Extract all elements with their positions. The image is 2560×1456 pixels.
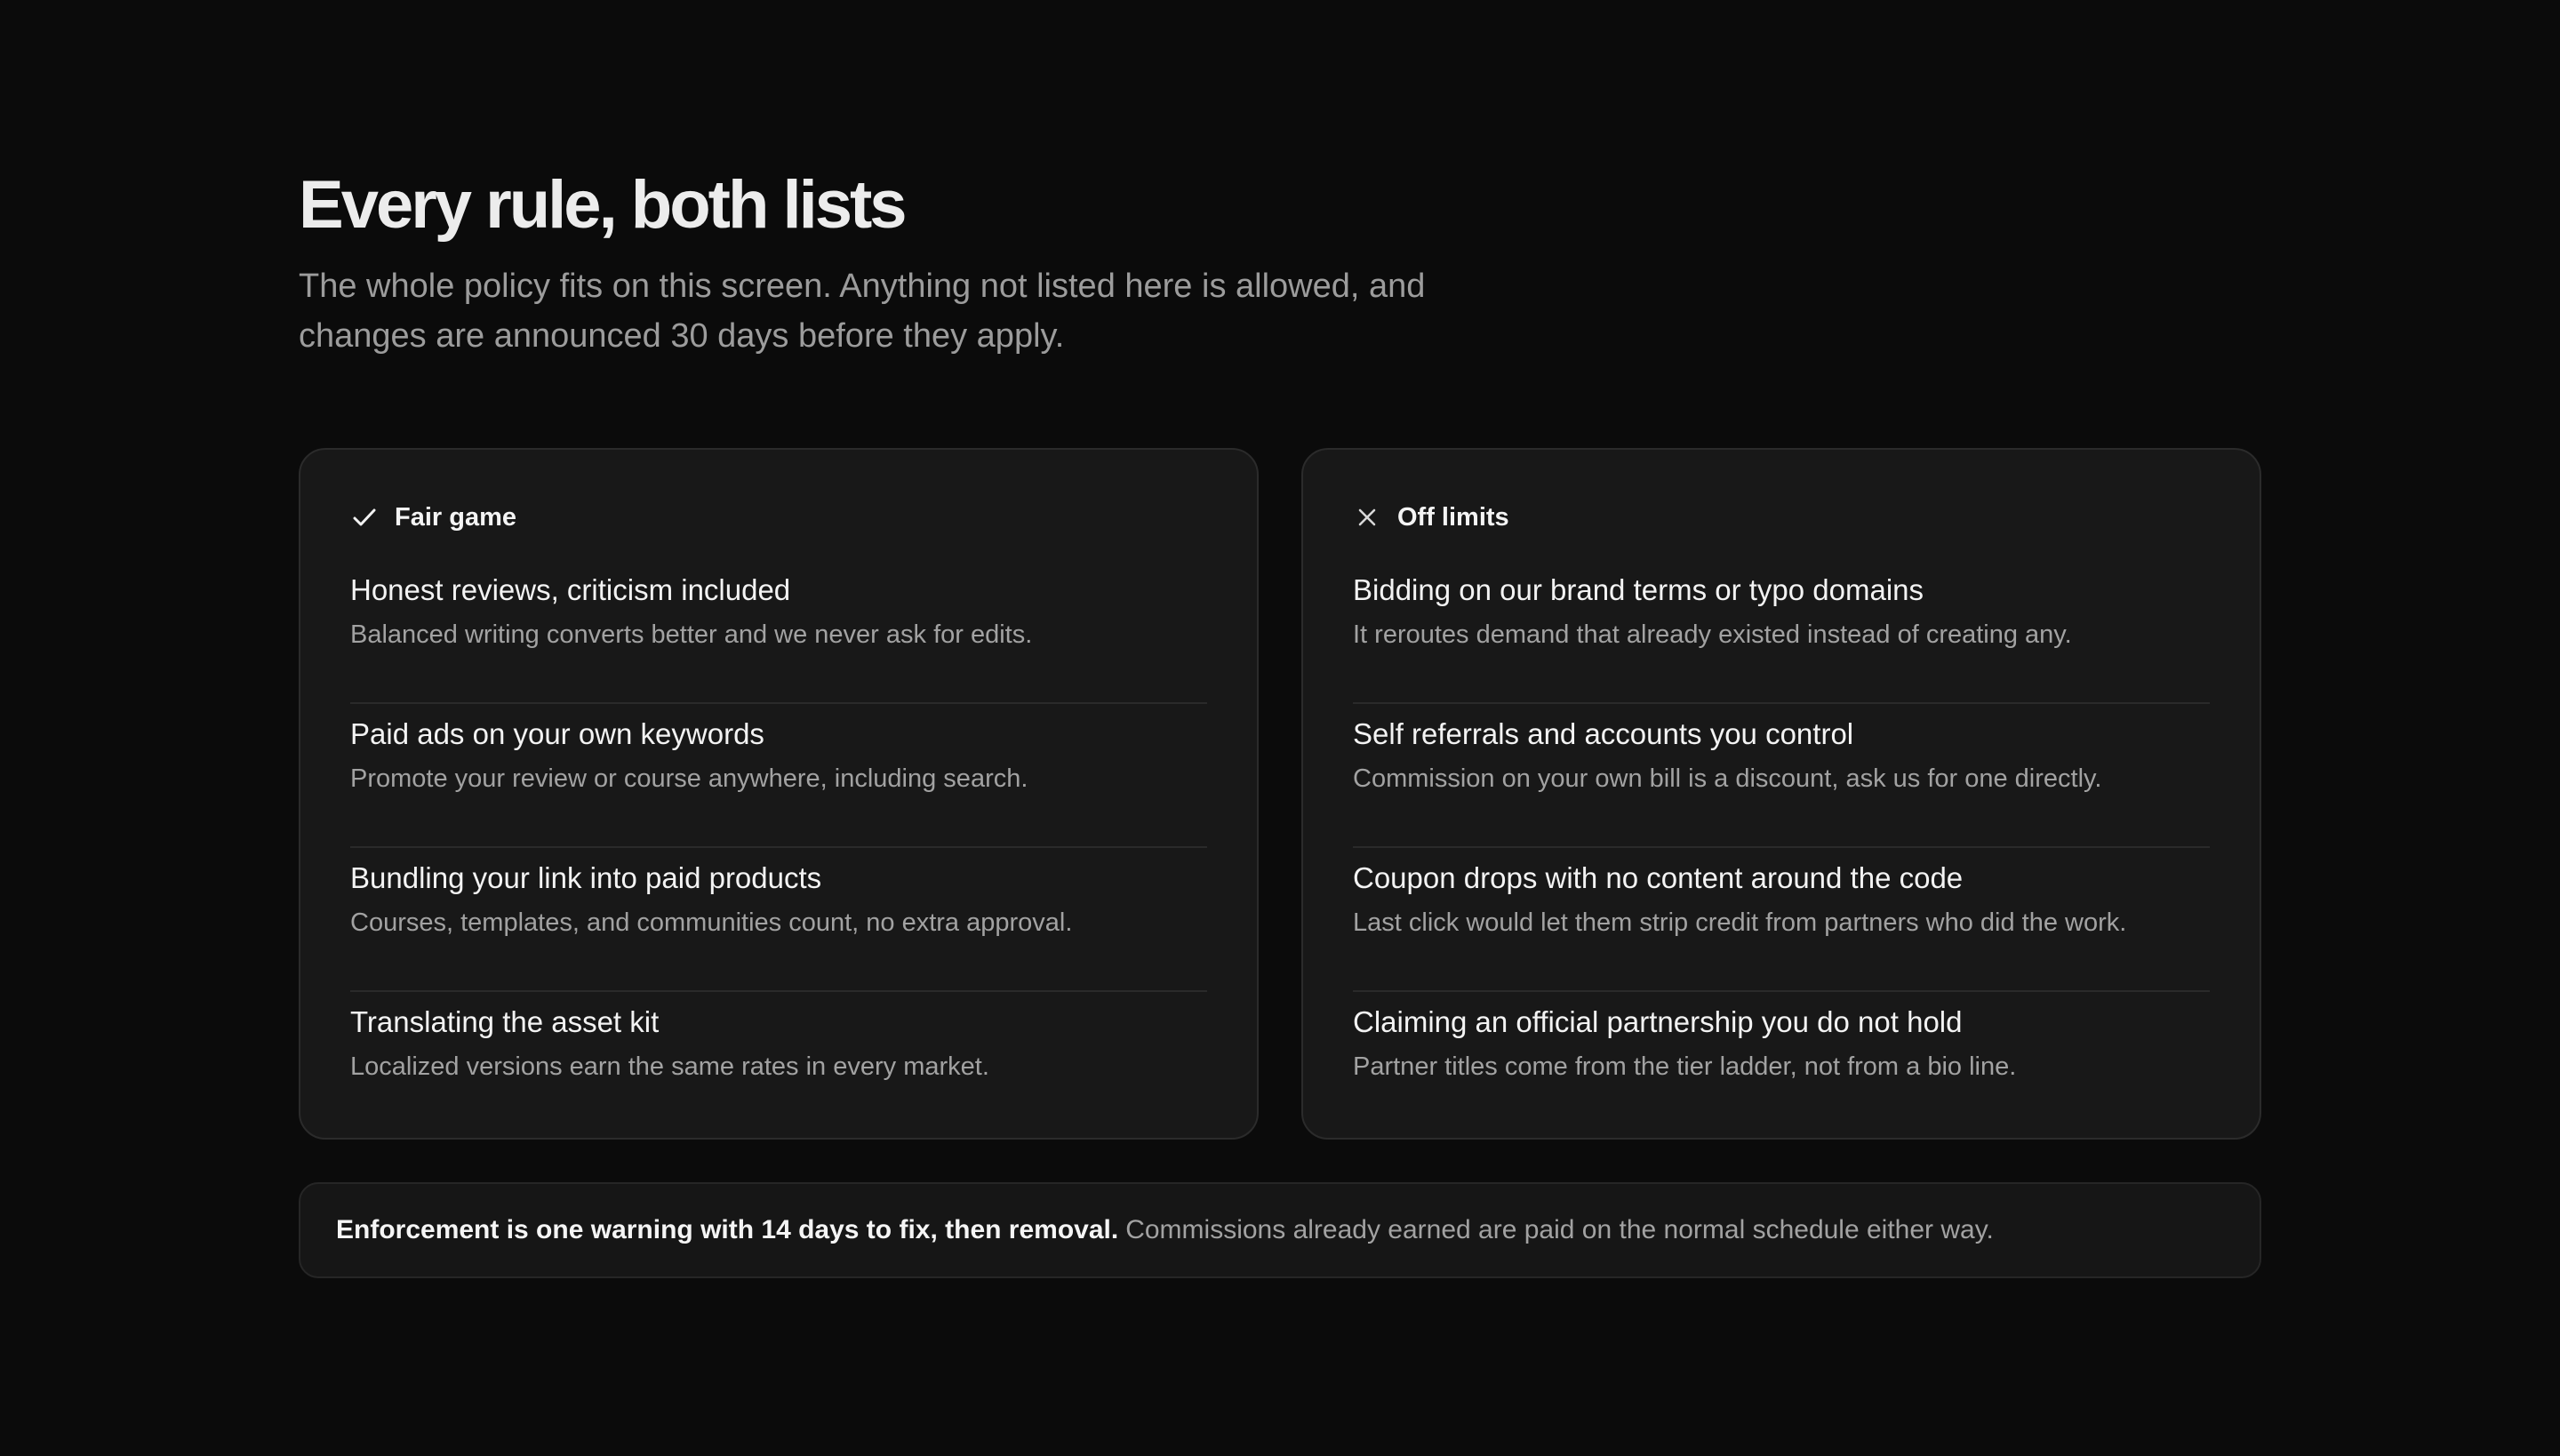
- rule-title: Bidding on our brand terms or typo domai…: [1353, 573, 1924, 606]
- rule-title: Claiming an official partnership you do …: [1353, 1005, 1963, 1038]
- rule-title: Self referrals and accounts you control: [1353, 717, 1854, 750]
- off-limits-rule-list: Bidding on our brand terms or typo domai…: [1353, 560, 2210, 1136]
- rule-item: Claiming an official partnership you do …: [1353, 992, 2210, 1136]
- rule-item: Translating the asset kit Localized vers…: [350, 992, 1207, 1136]
- rule-description: Localized versions earn the same rates i…: [350, 1052, 989, 1081]
- fair-game-card: Fair game Honest reviews, criticism incl…: [299, 448, 1259, 1140]
- page-subtitle: The whole policy fits on this screen. An…: [299, 268, 1426, 355]
- rule-description: Balanced writing converts better and we …: [350, 620, 1033, 649]
- rule-item: Bidding on our brand terms or typo domai…: [1353, 560, 2210, 704]
- rule-item: Self referrals and accounts you control …: [1353, 704, 2210, 848]
- page-title: Every rule, both lists: [299, 167, 908, 243]
- rule-item: Honest reviews, criticism included Balan…: [350, 560, 1207, 704]
- rule-description: Partner titles come from the tier ladder…: [1353, 1052, 2017, 1081]
- rule-description: Courses, templates, and communities coun…: [350, 908, 1073, 937]
- enforcement-notice: Enforcement is one warning with 14 days …: [299, 1182, 2261, 1278]
- rule-item: Coupon drops with no content around the …: [1353, 848, 2210, 992]
- fair-game-rule-list: Honest reviews, criticism included Balan…: [350, 560, 1207, 1136]
- rule-title: Honest reviews, criticism included: [350, 573, 791, 606]
- policy-cards: Fair game Honest reviews, criticism incl…: [299, 448, 2261, 1140]
- rule-description: Promote your review or course anywhere, …: [350, 764, 1028, 793]
- fair-game-title: Fair game: [395, 502, 516, 532]
- rule-description: It reroutes demand that already existed …: [1353, 620, 2072, 649]
- x-icon: [1353, 503, 1381, 532]
- policy-page: Every rule, both lists The whole policy …: [0, 0, 2560, 1456]
- enforcement-detail: Commissions already earned are paid on t…: [1125, 1215, 1994, 1244]
- rule-title: Coupon drops with no content around the …: [1353, 861, 1964, 894]
- enforcement-summary: Enforcement is one warning with 14 days …: [336, 1215, 1119, 1244]
- rule-item: Paid ads on your own keywords Promote yo…: [350, 704, 1207, 848]
- rule-description: Commission on your own bill is a discoun…: [1353, 764, 2102, 793]
- rule-title: Paid ads on your own keywords: [350, 717, 764, 750]
- rule-description: Last click would let them strip credit f…: [1353, 908, 2127, 937]
- fair-game-header: Fair game: [350, 498, 1207, 537]
- check-icon: [350, 503, 379, 532]
- off-limits-title: Off limits: [1397, 502, 1509, 532]
- rule-item: Bundling your link into paid products Co…: [350, 848, 1207, 992]
- off-limits-header: Off limits: [1353, 498, 2210, 537]
- rule-title: Bundling your link into paid products: [350, 861, 822, 894]
- rule-title: Translating the asset kit: [350, 1005, 660, 1038]
- off-limits-card: Off limits Bidding on our brand terms or…: [1301, 448, 2261, 1140]
